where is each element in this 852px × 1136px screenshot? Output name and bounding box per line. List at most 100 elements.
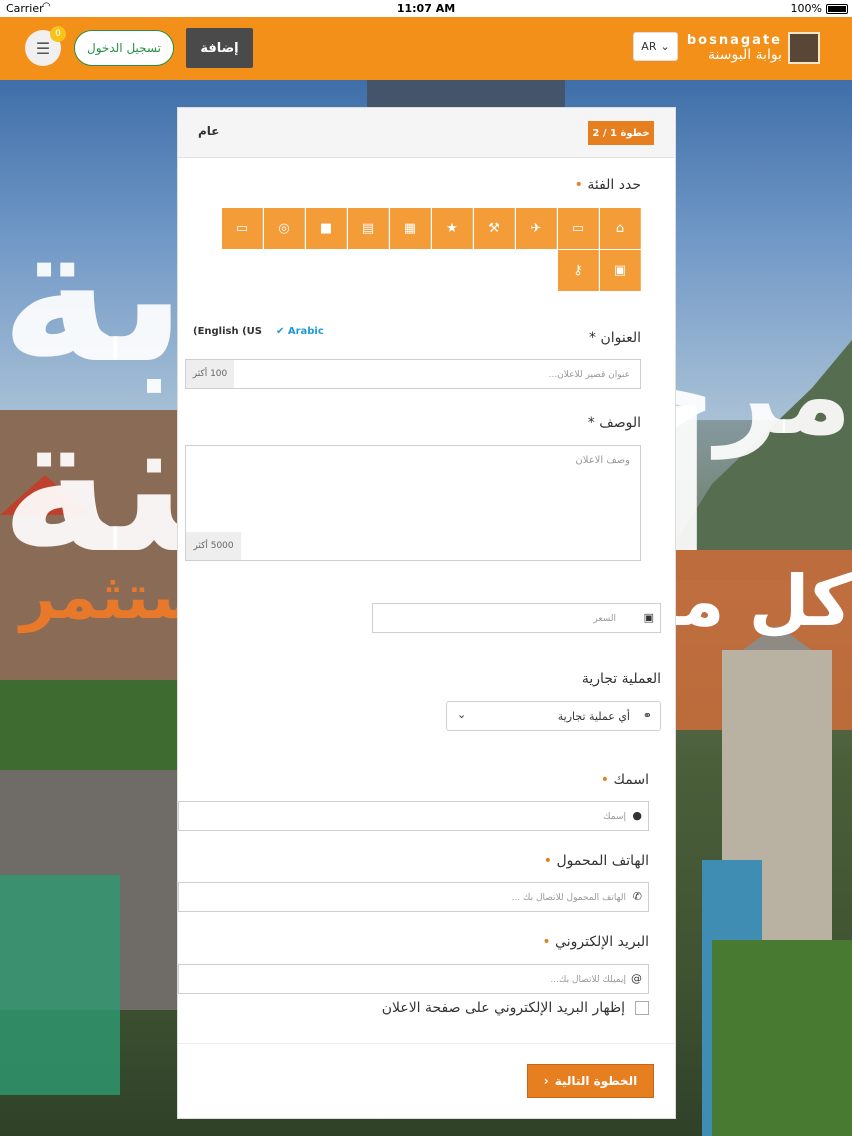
chevron-left-icon: ‹ [543, 1074, 549, 1088]
brand-logo[interactable]: bosnagate بوابة البوسنة [687, 31, 820, 65]
business-label: العملية تجارية [581, 671, 661, 687]
phone-icon: ✆ [632, 890, 642, 903]
category-truck-button[interactable]: ■ [306, 208, 347, 249]
description-label-text: الوصف [599, 415, 641, 431]
car-icon: ▭ [571, 221, 585, 236]
tab-arabic-label: Arabic [287, 326, 324, 337]
background-banner [367, 80, 565, 108]
newspaper-icon: ▤ [361, 221, 375, 236]
title-char-counter: 100 أكثر [186, 360, 234, 388]
next-step-button[interactable]: الخطوة التالية ‹ [527, 1064, 654, 1098]
money-icon: ▣ [643, 611, 654, 624]
home-icon: ⌂ [615, 221, 625, 236]
category-compass-button[interactable]: ◎ [264, 208, 305, 249]
category-services-button[interactable]: ⚷ [558, 250, 599, 291]
phone-input[interactable]: ✆ الهاتف المحمول للاتصال بك ... [178, 882, 649, 912]
category-label-text: حدد الفئة [587, 177, 641, 193]
required-marker: * [587, 415, 595, 431]
required-marker: * [589, 330, 596, 346]
compass-icon: ◎ [278, 221, 290, 236]
category-grid: ⌂ ▭ ✈ ⚒ ★ ▦ ▤ ■ ◎ ▭ ▣ ⚷ [222, 208, 641, 292]
form-title: عام [198, 124, 220, 138]
user-icon: ● [632, 809, 642, 822]
add-listing-button[interactable]: إضافة [186, 28, 253, 68]
next-step-label: الخطوة التالية [554, 1074, 638, 1088]
email-placeholder: إيميلك للاتصال بك... [550, 975, 626, 985]
description-textarea[interactable]: وصف الاعلان 5000 أكثر [185, 445, 641, 561]
name-label: اسمك • [601, 772, 649, 788]
business-type-select[interactable]: ⚭ أي عملية تجارية ⌄ [446, 701, 661, 731]
description-char-counter: 5000 أكثر [186, 532, 241, 560]
required-marker: • [574, 177, 583, 193]
brand-name-ar: بوابة البوسنة [708, 47, 782, 63]
divider [178, 1043, 675, 1044]
chevron-down-icon: ⌄ [660, 40, 670, 53]
monitor-icon: ▭ [235, 221, 249, 236]
battery-percent: 100% [790, 2, 822, 15]
step-badge: خطوة 1 / 2 [588, 121, 654, 145]
tab-arabic[interactable]: ✔ Arabic [276, 326, 324, 337]
menu-badge: 0 [50, 26, 66, 42]
language-tabs: (English (US ✔ Arabic [193, 326, 324, 337]
category-home-button[interactable]: ⌂ [600, 208, 641, 249]
chevron-down-icon: ⌄ [457, 708, 467, 721]
category-plane-button[interactable]: ✈ [516, 208, 557, 249]
brand-text: bosnagate بوابة البوسنة [687, 33, 782, 63]
title-placeholder: عنوان قصير للاعلان... [548, 370, 630, 380]
price-input[interactable]: ▣ السعر [372, 603, 661, 633]
title-input[interactable]: عنوان قصير للاعلان... 100 أكثر [185, 359, 641, 389]
required-marker: • [543, 853, 553, 869]
list-icon: ☰ [35, 38, 51, 58]
phone-label: الهاتف المحمول • [544, 853, 649, 869]
add-listing-form: خطوة 1 / 2 عام حدد الفئة • ⌂ ▭ ✈ ⚒ ★ ▦ ▤… [177, 107, 676, 1119]
show-email-option: إظهار البريد الإلكتروني على صفحة الاعلان [382, 1000, 649, 1016]
battery-icon [826, 4, 848, 14]
check-icon: ✔ [275, 326, 288, 337]
category-business-button[interactable]: ▣ [600, 250, 641, 291]
category-label: حدد الفئة • [575, 177, 641, 193]
language-dropdown[interactable]: AR ⌄ [633, 32, 678, 61]
required-marker: • [542, 934, 551, 950]
email-label: البريد الإلكتروني • [542, 934, 649, 950]
language-label: AR [641, 40, 657, 53]
description-placeholder: وصف الاعلان [575, 455, 630, 466]
title-label-text: العنوان [600, 330, 641, 346]
email-input[interactable]: @ إيميلك للاتصال بك... [178, 964, 649, 994]
show-email-label: إظهار البريد الإلكتروني على صفحة الاعلان [381, 1000, 625, 1016]
star-icon: ★ [446, 221, 458, 236]
truck-icon: ■ [319, 221, 333, 236]
name-placeholder: إسمك [603, 812, 626, 822]
show-email-checkbox[interactable] [635, 1001, 649, 1015]
clock: 11:07 AM [396, 2, 456, 15]
email-label-text: البريد الإلكتروني [555, 934, 649, 950]
phone-label-text: الهاتف المحمول [556, 853, 650, 869]
category-tools-button[interactable]: ⚒ [474, 208, 515, 249]
required-marker: • [600, 772, 610, 788]
category-news-button[interactable]: ▤ [348, 208, 389, 249]
logo-icon [788, 32, 820, 64]
price-placeholder: السعر [593, 614, 616, 624]
category-featured-button[interactable]: ★ [432, 208, 473, 249]
key-icon: ⚷ [573, 263, 583, 278]
brand-name-en: bosnagate [686, 33, 782, 48]
at-icon: @ [631, 972, 642, 985]
title-label: العنوان * [589, 330, 641, 346]
business-type-value: أي عملية تجارية [557, 710, 630, 723]
background-trees-right [712, 940, 852, 1136]
category-electronics-button[interactable]: ▭ [222, 208, 263, 249]
grid-icon: ▦ [403, 221, 417, 236]
category-car-button[interactable]: ▭ [558, 208, 599, 249]
plane-icon: ✈ [530, 221, 542, 236]
wrench-icon: ⚒ [488, 221, 500, 236]
app-header: bosnagate بوابة البوسنة AR ⌄ إضافة تسجيل… [0, 17, 852, 80]
form-header: خطوة 1 / 2 عام [178, 108, 675, 158]
login-button[interactable]: تسجيل الدخول [74, 30, 174, 66]
briefcase-icon: ▣ [613, 263, 627, 278]
phone-placeholder: الهاتف المحمول للاتصال بك ... [511, 893, 626, 903]
description-label: الوصف * [588, 415, 641, 431]
handshake-icon: ⚭ [642, 709, 652, 722]
background-umbrellas [0, 875, 120, 1095]
tab-english[interactable]: (English (US [193, 326, 262, 337]
category-grid-button[interactable]: ▦ [390, 208, 431, 249]
name-input[interactable]: ● إسمك [178, 801, 649, 831]
